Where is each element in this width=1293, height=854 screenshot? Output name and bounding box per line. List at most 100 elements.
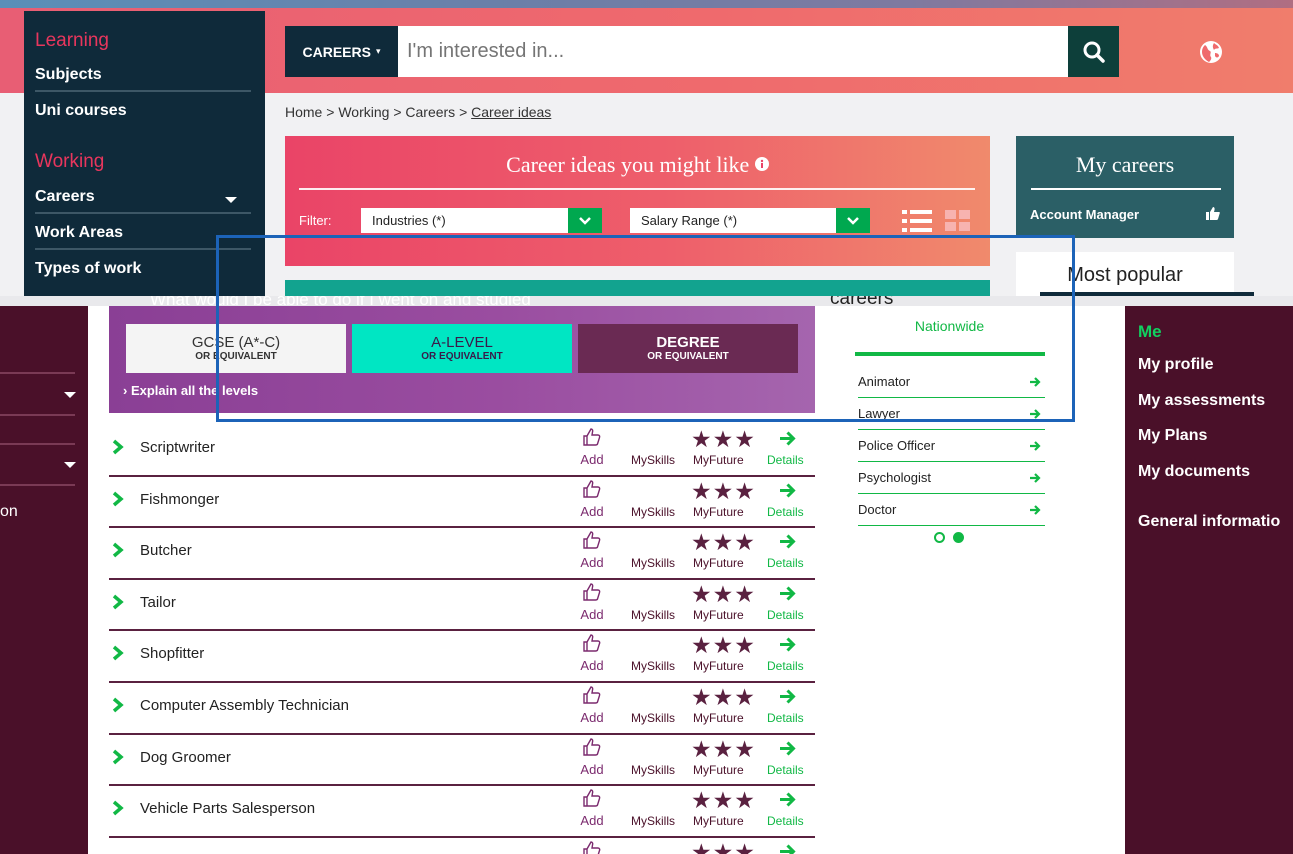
- carousel-dot[interactable]: [934, 532, 945, 543]
- details-link[interactable]: Details: [767, 556, 804, 570]
- details-link[interactable]: Details: [767, 608, 804, 622]
- add-career-button[interactable]: Add: [579, 530, 605, 570]
- thumbs-up-icon[interactable]: [1206, 207, 1220, 220]
- details-link[interactable]: Details: [767, 814, 804, 828]
- salary-select[interactable]: Salary Range (*): [630, 208, 870, 233]
- myfuture-label[interactable]: MyFuture: [693, 505, 744, 519]
- career-row[interactable]: Fishmonger Add ★★★ MySkills MyFuture Details: [109, 477, 815, 529]
- search-button[interactable]: [1068, 26, 1119, 77]
- my-plans-link[interactable]: My Plans: [1138, 427, 1207, 445]
- arrow-right-icon[interactable]: [779, 791, 796, 808]
- myfuture-label[interactable]: MyFuture: [693, 608, 744, 622]
- arrow-right-icon[interactable]: [779, 636, 796, 653]
- breadcrumb-home[interactable]: Home: [285, 104, 322, 120]
- myskills-label[interactable]: MySkills: [631, 505, 675, 519]
- nav-link-careers[interactable]: Careers: [35, 188, 251, 214]
- career-row[interactable]: Tailor Add ★★★ MySkills MyFuture Details: [109, 580, 815, 632]
- globe-icon[interactable]: [1199, 40, 1223, 64]
- my-documents-link[interactable]: My documents: [1138, 463, 1250, 481]
- chevron-right-icon[interactable]: [112, 749, 124, 765]
- arrow-right-icon[interactable]: [779, 688, 796, 705]
- myskills-label[interactable]: MySkills: [631, 608, 675, 622]
- career-row[interactable]: Computer Assembly Technician Add ★★★ MySkil…: [109, 683, 815, 735]
- info-icon[interactable]: [754, 157, 769, 171]
- chevron-down-icon[interactable]: [64, 462, 76, 468]
- chevron-right-icon[interactable]: [112, 594, 124, 610]
- career-row[interactable]: Vehicle Parts Salesperson Add ★★★ MySkills M…: [109, 786, 815, 838]
- details-link[interactable]: Details: [767, 453, 804, 467]
- arrow-right-icon[interactable]: [779, 430, 796, 447]
- chevron-right-icon[interactable]: [112, 645, 124, 661]
- career-row[interactable]: Shopfitter Add ★★★ MySkills MyFuture Details: [109, 631, 815, 683]
- myfuture-label[interactable]: MyFuture: [693, 763, 744, 777]
- arrow-right-icon[interactable]: [779, 482, 796, 499]
- my-assessments-link[interactable]: My assessments: [1138, 392, 1265, 410]
- career-name[interactable]: Shopfitter: [140, 645, 204, 662]
- my-profile-link[interactable]: My profile: [1138, 356, 1214, 374]
- myskills-label[interactable]: MySkills: [631, 763, 675, 777]
- grid-view-icon[interactable]: [945, 210, 971, 232]
- breadcrumb-working[interactable]: Working: [338, 104, 389, 120]
- chevron-right-icon[interactable]: [112, 800, 124, 816]
- carousel-dot-active[interactable]: [953, 532, 964, 543]
- breadcrumb-current[interactable]: Career ideas: [471, 104, 551, 120]
- career-name[interactable]: Computer Assembly Technician: [140, 697, 349, 714]
- nationwide-item[interactable]: Doctor: [858, 494, 1045, 526]
- career-name[interactable]: Dog Groomer: [140, 749, 231, 766]
- myskills-label[interactable]: MySkills: [631, 556, 675, 570]
- myfuture-label[interactable]: MyFuture: [693, 711, 744, 725]
- add-label: Add: [580, 813, 604, 829]
- general-information-link[interactable]: General informatio: [1138, 513, 1280, 531]
- search-category-dropdown[interactable]: CAREERS ▾: [285, 26, 398, 77]
- myskills-label[interactable]: MySkills: [631, 814, 675, 828]
- chevron-right-icon[interactable]: [112, 697, 124, 713]
- career-name[interactable]: Butcher: [140, 542, 192, 559]
- myfuture-label[interactable]: MyFuture: [693, 453, 744, 467]
- chevron-right-icon[interactable]: [112, 491, 124, 507]
- nav-link-uni-courses[interactable]: Uni courses: [35, 102, 251, 126]
- chevron-right-icon[interactable]: [112, 439, 124, 455]
- career-row[interactable]: Scriptwriter Add ★★★ MySkills MyFuture Detail…: [109, 425, 815, 477]
- left-partial-text[interactable]: on: [0, 503, 18, 521]
- add-career-button[interactable]: Add: [579, 685, 605, 725]
- nav-link-subjects[interactable]: Subjects: [35, 66, 251, 92]
- nationwide-item[interactable]: Psychologist: [858, 462, 1045, 494]
- myfuture-label[interactable]: MyFuture: [693, 659, 744, 673]
- nationwide-item[interactable]: Police Officer: [858, 430, 1045, 462]
- nav-group-working: Working: [35, 151, 105, 172]
- add-career-button[interactable]: Add: [579, 788, 605, 828]
- my-careers-item[interactable]: Account Manager: [1030, 207, 1139, 222]
- career-name[interactable]: Scriptwriter: [140, 439, 215, 456]
- career-row[interactable]: Butcher Add ★★★ MySkills MyFuture Details: [109, 528, 815, 580]
- arrow-right-icon[interactable]: [779, 533, 796, 550]
- arrow-right-icon[interactable]: [779, 585, 796, 602]
- details-link[interactable]: Details: [767, 711, 804, 725]
- breadcrumb-careers[interactable]: Careers: [405, 104, 455, 120]
- add-career-button[interactable]: Add: [579, 479, 605, 519]
- details-link[interactable]: Details: [767, 505, 804, 519]
- myfuture-label[interactable]: MyFuture: [693, 814, 744, 828]
- list-view-icon[interactable]: [902, 210, 932, 232]
- add-career-button[interactable]: Add: [579, 737, 605, 777]
- myskills-label[interactable]: MySkills: [631, 453, 675, 467]
- myskills-label[interactable]: MySkills: [631, 659, 675, 673]
- add-career-button[interactable]: [579, 840, 605, 854]
- add-career-button[interactable]: Add: [579, 582, 605, 622]
- details-link[interactable]: Details: [767, 763, 804, 777]
- chevron-down-icon[interactable]: [64, 392, 76, 398]
- career-row-partial[interactable]: ★★★: [109, 838, 815, 854]
- career-name[interactable]: Tailor: [140, 594, 176, 611]
- chevron-right-icon[interactable]: [112, 542, 124, 558]
- add-career-button[interactable]: Add: [579, 633, 605, 673]
- career-name[interactable]: Fishmonger: [140, 491, 219, 508]
- arrow-right-icon[interactable]: [779, 843, 796, 854]
- career-row[interactable]: Dog Groomer Add ★★★ MySkills MyFuture Details: [109, 735, 815, 787]
- arrow-right-icon[interactable]: [779, 740, 796, 757]
- myskills-label[interactable]: MySkills: [631, 711, 675, 725]
- details-link[interactable]: Details: [767, 659, 804, 673]
- add-career-button[interactable]: Add: [579, 427, 605, 467]
- search-input[interactable]: [407, 26, 1047, 77]
- career-name[interactable]: Vehicle Parts Salesperson: [140, 800, 315, 817]
- myfuture-label[interactable]: MyFuture: [693, 556, 744, 570]
- industries-select[interactable]: Industries (*): [361, 208, 602, 233]
